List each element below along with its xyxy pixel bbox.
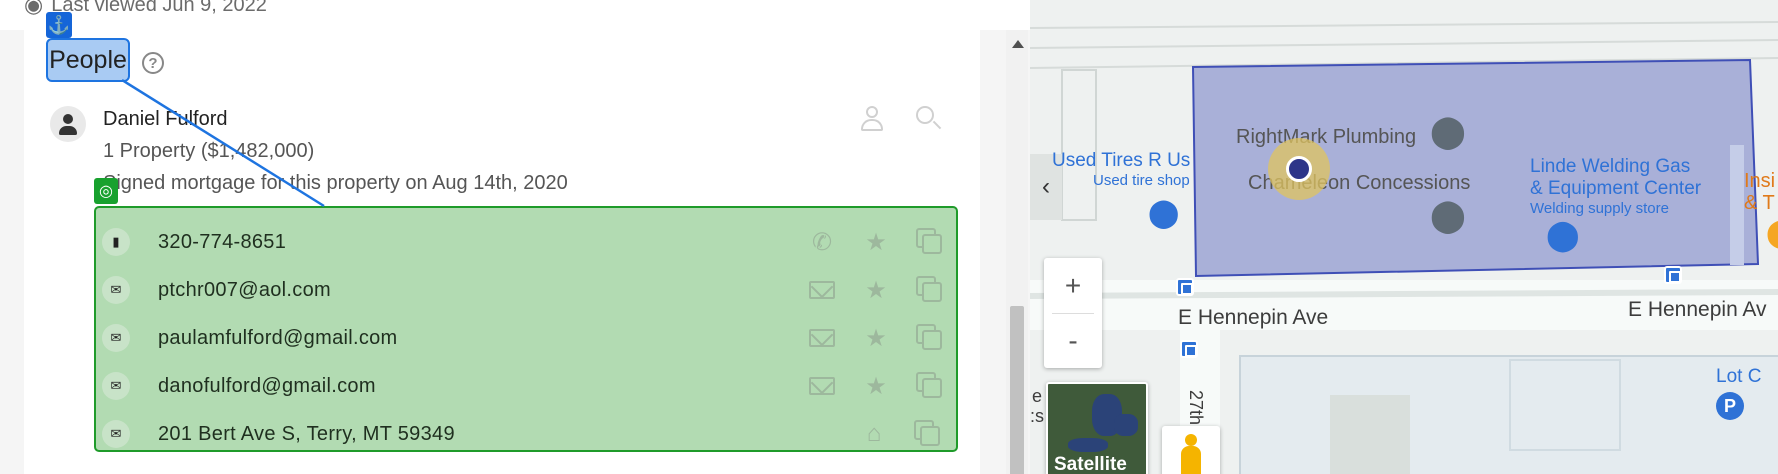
target-icon: ◎: [94, 178, 118, 204]
mail-letter-icon[interactable]: ⌂: [860, 420, 888, 448]
map-pin-icon[interactable]: ⬤: [1430, 112, 1466, 150]
edge-label-e: e: [1032, 386, 1043, 406]
star-icon[interactable]: ★: [862, 276, 890, 304]
street-label-hennepin: E Hennepin Ave: [1178, 306, 1329, 329]
shopping-bag-pin-icon[interactable]: ⬤: [1546, 218, 1580, 253]
zoom-in-button[interactable]: +: [1044, 258, 1102, 313]
last-viewed-text: Last viewed Jun 9, 2022: [51, 0, 267, 16]
copy-icon[interactable]: [916, 372, 944, 400]
street-view-pegman-icon[interactable]: [1162, 426, 1220, 474]
poi-used-tires[interactable]: Used Tires R Us: [1052, 150, 1190, 172]
phone-icon: ▮: [102, 228, 130, 256]
poi-rightmark-plumbing[interactable]: RightMark Plumbing: [1236, 126, 1416, 149]
bus-stop-icon[interactable]: [1664, 266, 1682, 284]
email-icon: ✉: [102, 276, 130, 304]
scrollbar[interactable]: [1006, 30, 1028, 474]
shopping-bag-pin-icon[interactable]: ⬤: [1148, 196, 1179, 229]
property-detail-panel: ◉ Last viewed Jun 9, 2022 ⚓ People ? Dan…: [0, 0, 1030, 474]
contact-value[interactable]: danofulford@gmail.com: [158, 375, 376, 398]
send-email-icon[interactable]: [808, 276, 836, 304]
scroll-up-icon[interactable]: [1012, 40, 1024, 48]
contact-row-email[interactable]: ✉ paulamfulford@gmail.com ★: [96, 314, 956, 362]
poi-welding-store: Welding supply store: [1530, 200, 1669, 217]
header-strip: ◉ Last viewed Jun 9, 2022: [0, 0, 1030, 30]
person-actions: [858, 104, 942, 132]
email-icon: ✉: [102, 324, 130, 352]
zoom-out-button[interactable]: -: [1044, 313, 1102, 368]
chevron-left-icon: ‹: [1042, 173, 1050, 200]
bus-stop-icon[interactable]: [1180, 340, 1198, 358]
star-icon[interactable]: ★: [862, 228, 890, 256]
copy-icon[interactable]: [914, 420, 942, 448]
edge-label-s: :s: [1030, 406, 1045, 426]
star-icon[interactable]: ★: [862, 372, 890, 400]
person-avatar-icon: [50, 106, 86, 142]
person-properties: 1 Property ($1,482,000): [103, 140, 315, 162]
person-search-icon[interactable]: [914, 104, 942, 132]
person-note: Signed mortgage for this property on Aug…: [103, 172, 568, 194]
person-profile-icon[interactable]: [858, 104, 886, 132]
street-label-hennepin-2: E Hennepin Av: [1628, 298, 1767, 321]
poi-insi[interactable]: Insi: [1744, 170, 1775, 193]
help-icon[interactable]: ?: [142, 52, 164, 74]
person-name[interactable]: Daniel Fulford: [103, 108, 228, 131]
poi-used-tire-shop: Used tire shop: [1093, 172, 1190, 189]
people-section-title: People: [46, 38, 130, 82]
map-view[interactable]: ‹ Used Tires R Us Used tire shop ⬤ Right…: [1030, 0, 1778, 474]
contact-row-address[interactable]: ✉ 201 Bert Ave S, Terry, MT 59349 ⌂: [96, 410, 956, 458]
copy-icon[interactable]: [916, 276, 944, 304]
send-email-icon[interactable]: [808, 372, 836, 400]
map-pin-icon[interactable]: ⬤: [1430, 196, 1466, 234]
contact-row-phone[interactable]: ▮ 320-774-8651 ✆ ★: [96, 218, 956, 266]
anchor-icon: ⚓: [46, 12, 72, 38]
scroll-thumb[interactable]: [1010, 306, 1024, 474]
poi-and-t[interactable]: & T: [1744, 192, 1775, 215]
star-icon[interactable]: ★: [862, 324, 890, 352]
contact-value[interactable]: paulamfulford@gmail.com: [158, 327, 398, 350]
poi-lot-c[interactable]: Lot C: [1716, 366, 1761, 388]
satellite-label: Satellite: [1054, 454, 1127, 474]
email-icon: ✉: [102, 372, 130, 400]
poi-linde-line2[interactable]: & Equipment Center: [1530, 178, 1701, 200]
current-location-icon: [1268, 138, 1330, 200]
copy-icon[interactable]: [916, 324, 944, 352]
mailbox-icon: ✉: [102, 420, 130, 448]
copy-icon[interactable]: [916, 228, 944, 256]
bus-stop-icon[interactable]: [1176, 278, 1194, 296]
contact-row-email[interactable]: ✉ ptchr007@aol.com ★: [96, 266, 956, 314]
satellite-toggle[interactable]: Satellite: [1046, 382, 1148, 474]
poi-linde-line1[interactable]: Linde Welding Gas: [1530, 156, 1690, 178]
contact-value[interactable]: ptchr007@aol.com: [158, 279, 331, 302]
send-email-icon[interactable]: [808, 324, 836, 352]
parking-icon[interactable]: P: [1716, 392, 1744, 420]
orange-pin-icon[interactable]: ⬤: [1766, 216, 1778, 249]
contact-row-email[interactable]: ✉ danofulford@gmail.com ★: [96, 362, 956, 410]
zoom-control: + -: [1044, 258, 1102, 368]
contact-list: ▮ 320-774-8651 ✆ ★ ✉ ptchr007@aol.com ★ …: [94, 206, 958, 452]
eye-icon: ◉: [24, 0, 44, 17]
contact-value[interactable]: 201 Bert Ave S, Terry, MT 59349: [158, 423, 455, 446]
contact-value[interactable]: 320-774-8651: [158, 231, 286, 254]
call-icon[interactable]: ✆: [808, 228, 836, 256]
